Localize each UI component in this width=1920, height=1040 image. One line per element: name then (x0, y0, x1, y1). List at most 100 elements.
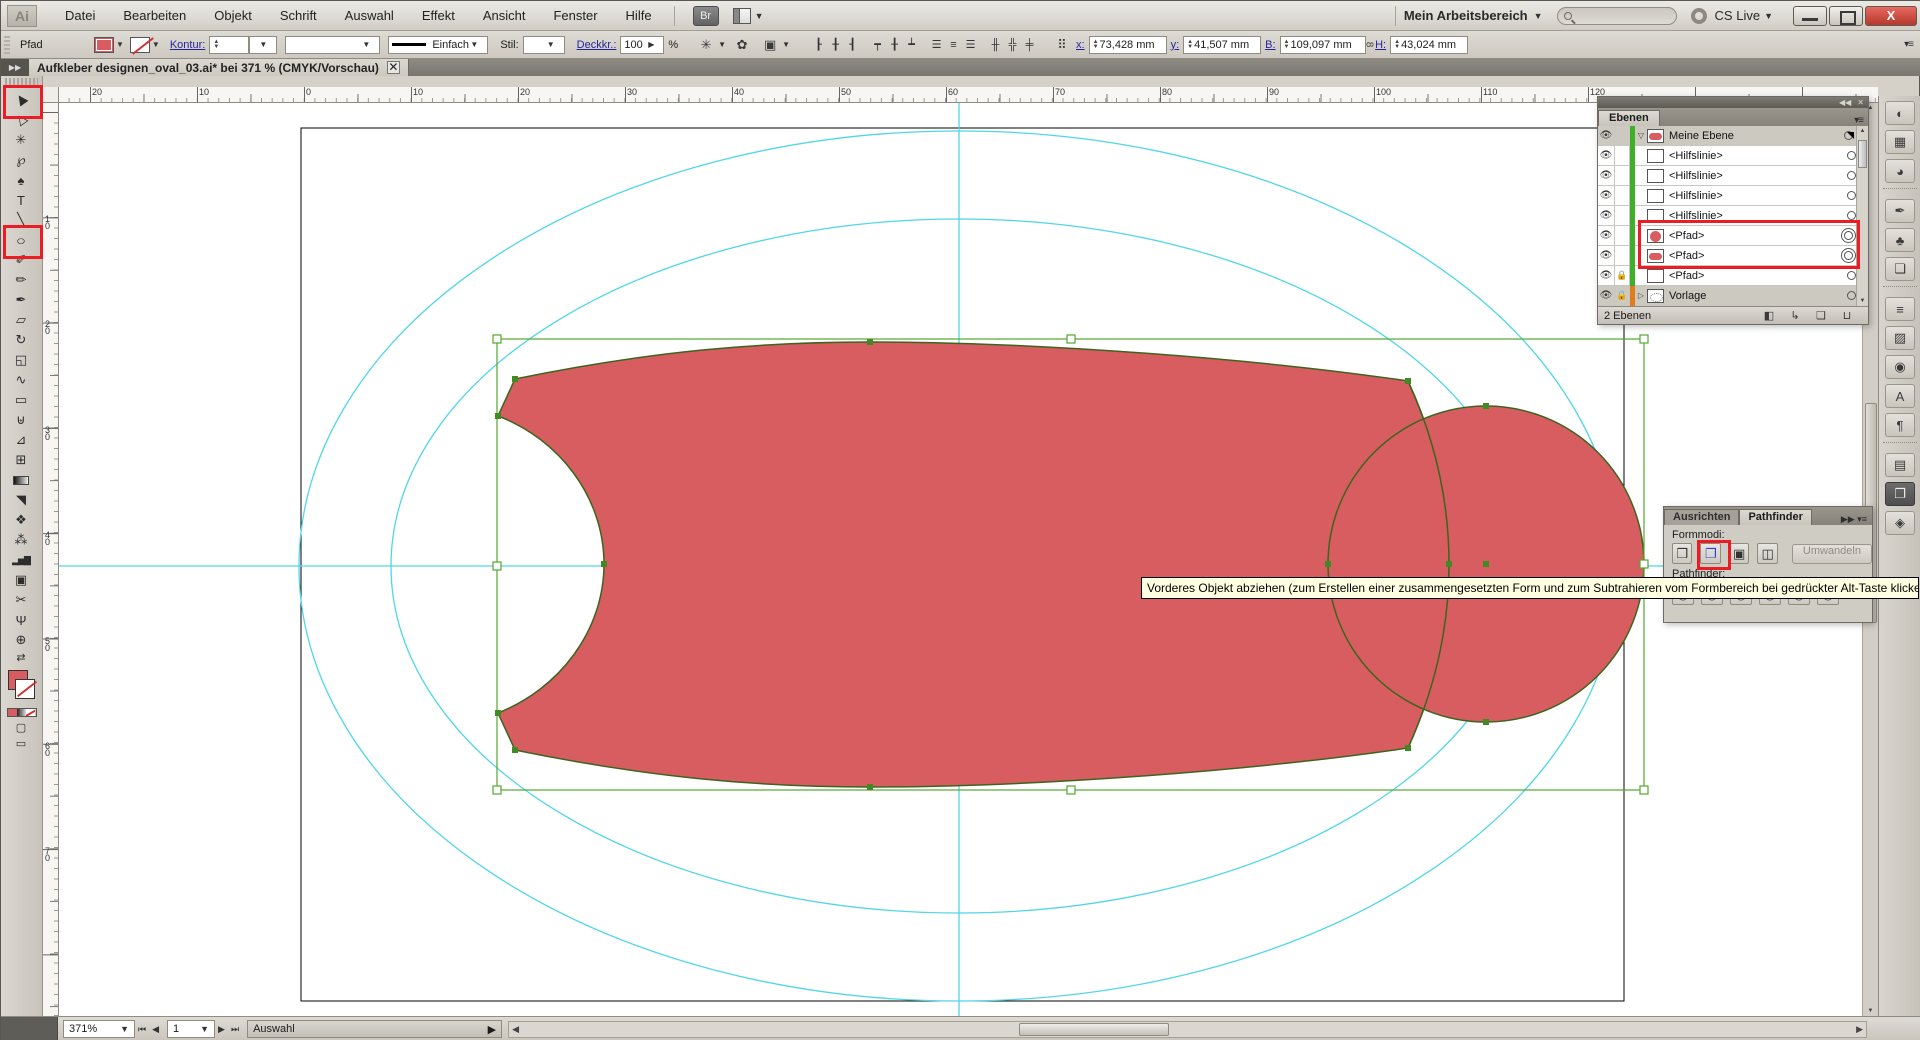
tab-pathfinder[interactable]: Pathfinder (1739, 509, 1811, 525)
workspace-switcher[interactable]: Mein Arbeitsbereich (1404, 8, 1528, 23)
scroll-left-icon[interactable]: ◀ (512, 1024, 519, 1035)
paragraph-panel-icon[interactable]: ¶ (1885, 413, 1915, 437)
new-sublayer-button[interactable]: ↳ (1786, 309, 1804, 322)
layer-row-meine-ebene[interactable]: 👁 ▽ Meine Ebene (1598, 126, 1868, 146)
pathfinder-panel-icon[interactable]: ❐ (1885, 482, 1915, 506)
scroll-up-icon[interactable]: ▲ (1858, 128, 1867, 134)
stroke-weight-input[interactable]: ▲▼ (209, 36, 249, 54)
first-page-icon[interactable]: ⏮ (138, 1024, 146, 1035)
menu-bearbeiten[interactable]: Bearbeiten (109, 1, 200, 31)
panel-menu-icon[interactable]: ▶▶ ▾≡ (1841, 514, 1872, 525)
intersect-button[interactable]: ▣ (1729, 543, 1749, 564)
search-input[interactable] (1557, 7, 1677, 25)
width-tool[interactable]: ∿ (1, 370, 41, 390)
menu-auswahl[interactable]: Auswahl (331, 1, 408, 31)
stepper-icon[interactable]: ▲▼ (1093, 40, 1099, 50)
layer-name[interactable]: <Hilfslinie> (1669, 150, 1847, 162)
gradient-tool[interactable] (1, 470, 41, 490)
distribute-center-button[interactable]: ≡ (945, 37, 962, 53)
visibility-eye-icon[interactable]: 👁 (1598, 266, 1615, 286)
screen-mode-button[interactable]: ▭ (1, 735, 41, 751)
scroll-right-icon[interactable]: ▶ (1856, 1024, 1863, 1035)
scroll-down-icon[interactable]: ▼ (1858, 298, 1867, 304)
menu-objekt[interactable]: Objekt (200, 1, 266, 31)
target-circle-icon[interactable] (1847, 151, 1856, 160)
reference-point-selector[interactable]: ⠿ (1052, 36, 1072, 54)
color-type-buttons[interactable] (7, 708, 37, 717)
visibility-eye-icon[interactable]: 👁 (1598, 146, 1615, 166)
target-circle-icon[interactable] (1847, 291, 1856, 300)
swap-fill-stroke-button[interactable]: ⇄ (1, 650, 41, 664)
free-transform-tool[interactable]: ▭ (1, 390, 41, 410)
character-panel-icon[interactable]: A (1885, 384, 1915, 408)
align-right-button[interactable]: ┨ (844, 37, 861, 53)
distribute-space-v-button[interactable]: ╫ (987, 37, 1004, 53)
menu-datei[interactable]: Datei (51, 1, 109, 31)
drawing-mode-button[interactable]: ▢ (1, 719, 41, 735)
bridge-button[interactable]: Br (693, 6, 719, 26)
target-circle-icon[interactable] (1847, 211, 1856, 220)
shape-builder-tool[interactable]: ⊎ (1, 410, 41, 430)
cs-live-menu[interactable]: CS Live (1715, 8, 1761, 23)
layer-name[interactable]: Meine Ebene (1669, 130, 1844, 142)
stepper-icon[interactable]: ▲▼ (1187, 40, 1193, 50)
gradient-panel-icon[interactable]: ◕ (1885, 159, 1915, 183)
menu-hilfe[interactable]: Hilfe (612, 1, 666, 31)
lock-cell[interactable] (1615, 166, 1630, 186)
prev-page-icon[interactable]: ◀ (152, 1024, 159, 1035)
status-indicator[interactable]: Auswahl▶ (247, 1020, 502, 1038)
slice-tool[interactable]: ✂ (1, 590, 41, 610)
layer-name[interactable]: <Pfad> (1669, 270, 1847, 282)
arrange-documents-button[interactable]: ▼ (733, 8, 764, 24)
menu-schrift[interactable]: Schrift (266, 1, 331, 31)
stepper-icon[interactable]: ▲▼ (1284, 40, 1290, 50)
pen-tool[interactable]: ♠ (1, 170, 41, 190)
lock-cell[interactable] (1615, 246, 1630, 266)
tools-panel-collapse-icon[interactable]: ▶▶ (1, 59, 29, 76)
stepper-icon[interactable]: ▲▼ (213, 40, 219, 50)
gradient-button[interactable] (17, 709, 26, 716)
visibility-eye-icon[interactable]: 👁 (1598, 286, 1615, 306)
menu-ansicht[interactable]: Ansicht (469, 1, 540, 31)
align-bottom-button[interactable]: ┷ (903, 37, 920, 53)
page-number-dropdown[interactable]: 1▼ (167, 1020, 215, 1038)
layers-scrollbar[interactable]: ▲ ▼ (1856, 126, 1868, 306)
lock-cell[interactable] (1615, 206, 1630, 226)
tab-ausrichten[interactable]: Ausrichten (1664, 509, 1739, 525)
unite-button[interactable]: ❒ (1672, 543, 1692, 564)
pencil-tool[interactable]: ✏ (1, 270, 41, 290)
target-circle-icon[interactable] (1847, 271, 1856, 280)
lock-cell[interactable] (1615, 146, 1630, 166)
mesh-tool[interactable]: ⊞ (1, 450, 41, 470)
horizontal-scrollbar[interactable]: ◀ ▶ (508, 1021, 1867, 1038)
stroke-weight-link[interactable]: Kontur: (170, 39, 205, 51)
scroll-thumb[interactable] (1858, 140, 1867, 168)
perspective-grid-tool[interactable]: ⊿ (1, 430, 41, 450)
none-button[interactable] (26, 709, 35, 716)
zoom-level-dropdown[interactable]: 371%▼ (63, 1020, 135, 1038)
ruler-corner[interactable] (43, 87, 59, 103)
column-graph-tool[interactable]: ▂▅▇ (1, 550, 41, 570)
stroke-color-swatch[interactable] (130, 37, 150, 53)
lock-icon[interactable]: 🔒 (1615, 266, 1630, 286)
select-similar-button[interactable]: ✳ (696, 36, 716, 54)
visibility-eye-icon[interactable]: 👁 (1598, 206, 1615, 226)
brush-definition-dropdown[interactable]: ▼ (285, 36, 380, 54)
menu-effekt[interactable]: Effekt (408, 1, 469, 31)
recolor-artwork-button[interactable]: ✿ (732, 36, 752, 54)
blend-tool[interactable]: ❖ (1, 510, 41, 530)
layer-row-hilfslinie[interactable]: 👁 <Hilfslinie> (1598, 166, 1868, 186)
delete-layer-button[interactable]: ⊔ (1838, 309, 1856, 322)
isolate-selected-object-button[interactable]: ▣ (760, 36, 780, 54)
lock-icon[interactable]: 🔒 (1615, 286, 1630, 306)
collapse-triangle-icon[interactable]: ▷ (1635, 291, 1647, 300)
fill-stroke-control[interactable] (1, 668, 41, 706)
appearance-panel-icon[interactable]: ◉ (1885, 355, 1915, 379)
brushes-panel-icon[interactable]: ✒ (1885, 199, 1915, 223)
stroke-swatch[interactable] (16, 680, 34, 698)
link-dimensions-icon[interactable]: 8 (1363, 42, 1374, 48)
visibility-eye-icon[interactable]: 👁 (1598, 226, 1615, 246)
panel-menu-icon[interactable]: ▾≡ (1854, 115, 1868, 126)
align-panel-icon[interactable]: ▤ (1885, 453, 1915, 477)
style-dropdown[interactable]: ▼ (523, 36, 565, 54)
